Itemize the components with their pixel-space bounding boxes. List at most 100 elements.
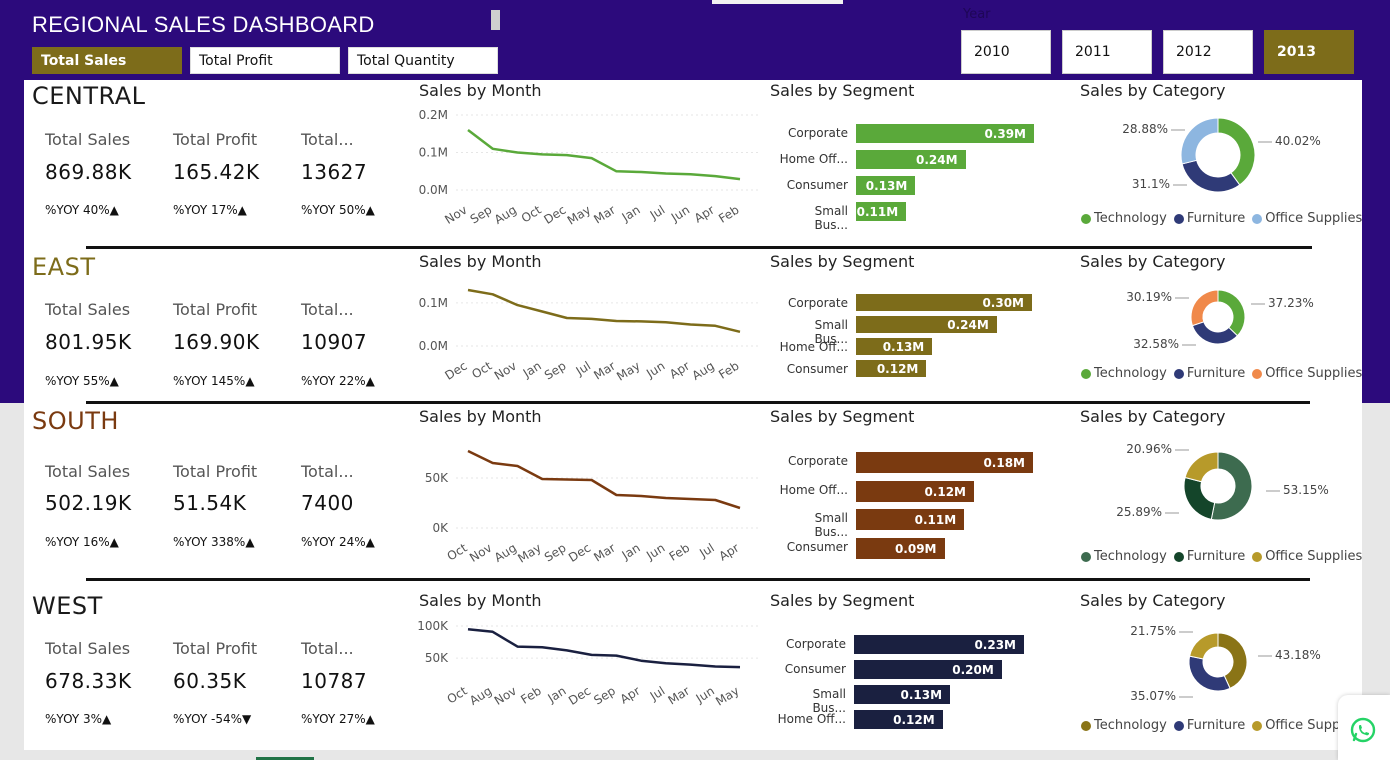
kpi-label: Total... — [301, 300, 354, 319]
x-tick-label: Aug — [467, 684, 494, 708]
segment-chart-title: Sales by Segment — [770, 252, 915, 271]
chat-button[interactable] — [1338, 695, 1390, 760]
legend-label: Technology — [1094, 366, 1167, 381]
legend-dot — [1081, 551, 1091, 562]
segment-value-label: 0.18M — [983, 456, 1025, 470]
metric-button-total-sales[interactable]: Total Sales — [32, 47, 182, 74]
legend-item[interactable]: Furniture — [1173, 211, 1246, 226]
legend-label: Furniture — [1186, 718, 1246, 733]
year-button-2010[interactable]: 2010 — [961, 30, 1051, 74]
donut-slice-furniture — [1181, 159, 1241, 193]
x-tick-label: Apr — [618, 684, 643, 707]
x-tick-label: Jan — [545, 684, 569, 706]
segment-value-label: 0.12M — [924, 484, 966, 499]
segment-label: Consumer — [786, 539, 848, 554]
segment-label: Small Bus... — [814, 511, 848, 539]
segment-chart-title: Sales by Segment — [770, 407, 915, 426]
segment-value-label: 0.13M — [882, 340, 925, 354]
kpi-yoy: %YOY 24%▲ — [301, 535, 375, 549]
legend-dot — [1081, 368, 1091, 379]
kpi-yoy: %YOY 17%▲ — [173, 203, 247, 217]
kpi-value: 13627 — [301, 160, 368, 184]
kpi-label: Total Sales — [45, 639, 131, 658]
top-edge-strip — [712, 0, 843, 4]
segment-label: Consumer — [786, 362, 848, 376]
x-tick-label: Jul — [573, 359, 594, 379]
legend-label: Furniture — [1186, 211, 1246, 226]
segment-value-label: 0.12M — [893, 713, 935, 727]
legend-label: Technology — [1094, 549, 1167, 564]
month-chart-title: Sales by Month — [419, 407, 542, 426]
legend-item[interactable]: Technology — [1081, 366, 1167, 381]
category-legend: Technology Furniture Office Supplies — [1081, 211, 1369, 226]
x-tick-label: Aug — [690, 359, 717, 383]
kpi-value: 165.42K — [173, 160, 260, 184]
legend-item[interactable]: Technology — [1081, 211, 1167, 226]
kpi-label: Total... — [301, 130, 354, 149]
legend-item[interactable]: Technology — [1081, 718, 1167, 733]
legend-dot — [1081, 720, 1091, 731]
y-tick-label: 0K — [432, 521, 449, 535]
legend-dot — [1252, 551, 1263, 562]
segment-label: Small Bus... — [814, 204, 848, 232]
segment-value-label: 0.13M — [900, 688, 943, 702]
sales-by-category-donut — [1188, 632, 1248, 692]
metric-button-total-quantity[interactable]: Total Quantity — [348, 47, 498, 74]
x-tick-label: Feb — [716, 359, 741, 382]
region-divider — [86, 578, 1310, 581]
legend-dot — [1252, 213, 1263, 224]
scroll-handle[interactable] — [491, 10, 500, 30]
year-button-2012[interactable]: 2012 — [1163, 30, 1253, 74]
segment-value-label: 0.30M — [982, 296, 1024, 310]
year-button-2011[interactable]: 2011 — [1062, 30, 1152, 74]
kpi-label: Total Sales — [45, 130, 131, 149]
legend-label: Technology — [1094, 211, 1167, 226]
donut-pct-label: 53.15% — [1283, 483, 1329, 497]
segment-chart-title: Sales by Segment — [770, 591, 915, 610]
kpi-label: Total Sales — [45, 462, 131, 481]
region-name-central: CENTRAL — [32, 82, 146, 110]
legend-label: Office Supplies — [1265, 549, 1363, 564]
segment-label: Home Off... — [779, 482, 848, 497]
metric-button-total-profit[interactable]: Total Profit — [190, 47, 340, 74]
kpi-label: Total Profit — [173, 130, 258, 149]
sales-by-category-donut — [1180, 117, 1256, 193]
legend-label: Office Supplies — [1265, 211, 1363, 226]
legend-dot — [1081, 213, 1091, 224]
legend-dot — [1173, 368, 1184, 379]
x-tick-label: May — [614, 359, 642, 384]
month-chart-title: Sales by Month — [419, 591, 542, 610]
segment-label: Corporate — [786, 637, 846, 651]
donut-pct-label: 30.19% — [1126, 290, 1172, 304]
donut-pct-label: 20.96% — [1126, 442, 1172, 456]
legend-item[interactable]: Office Supplies — [1252, 366, 1362, 381]
x-tick-label: Oct — [469, 359, 494, 382]
donut-pct-label: 28.88% — [1122, 122, 1168, 136]
y-tick-label: 0.2M — [419, 108, 448, 122]
legend-item[interactable]: Furniture — [1173, 366, 1245, 381]
region-name-east: EAST — [32, 253, 96, 281]
donut-pct-label: 37.23% — [1268, 296, 1314, 310]
donut-pct-label: 31.1% — [1131, 177, 1170, 191]
kpi-label: Total Sales — [45, 300, 131, 319]
kpi-yoy: %YOY 338%▲ — [173, 535, 255, 549]
kpi-label: Total Profit — [173, 462, 258, 481]
kpi-value: 60.35K — [173, 669, 247, 693]
region-divider — [86, 246, 1312, 249]
donut-pct-label: 35.07% — [1130, 689, 1176, 703]
legend-item[interactable]: Office Supplies — [1252, 211, 1362, 226]
kpi-yoy: %YOY 3%▲ — [45, 712, 112, 726]
legend-item[interactable]: Technology — [1081, 549, 1167, 564]
segment-value-label: 0.11M — [856, 205, 899, 219]
kpi-value: 7400 — [301, 491, 354, 515]
donut-pct-label: 25.89% — [1116, 505, 1162, 519]
donut-slice-office-supplies — [1190, 289, 1219, 327]
y-tick-label: 100K — [417, 619, 449, 633]
kpi-value: 10787 — [301, 669, 368, 693]
legend-item[interactable]: Furniture — [1173, 549, 1245, 564]
segment-chart-title: Sales by Segment — [770, 81, 915, 100]
legend-item[interactable]: Furniture — [1173, 718, 1246, 733]
year-button-2013[interactable]: 2013 — [1264, 30, 1354, 74]
x-tick-label: Oct — [445, 684, 470, 707]
legend-item[interactable]: Office Supplies — [1252, 549, 1362, 564]
